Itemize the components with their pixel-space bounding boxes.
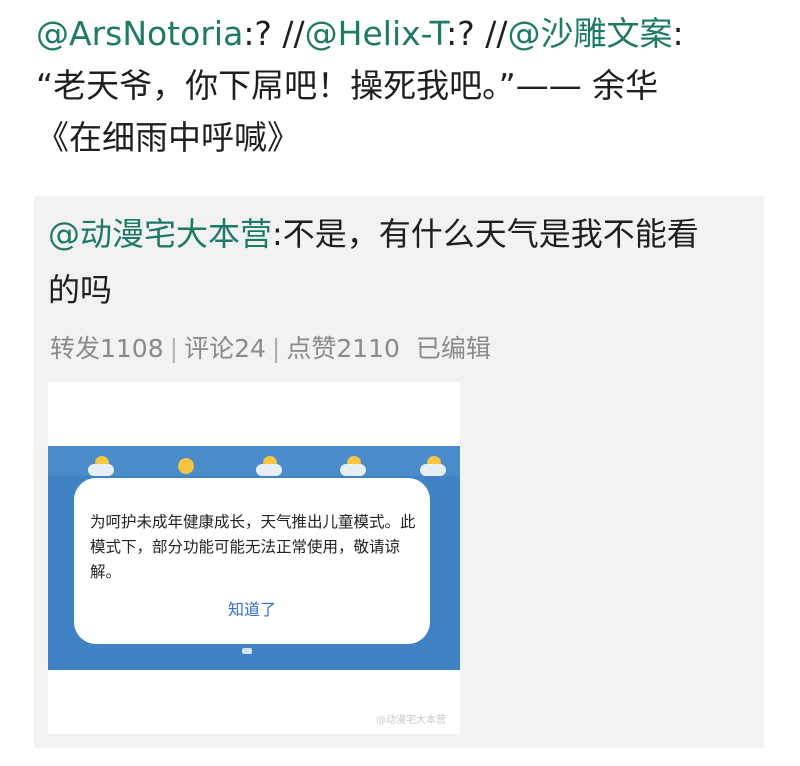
mention-dongman[interactable]: @动漫宅大本营 [48, 215, 272, 253]
partly-cloudy-icon [256, 456, 284, 478]
mention-helix-t[interactable]: @Helix-T [305, 14, 446, 53]
repost-text-line-2: 的吗 [48, 271, 113, 309]
repost-text: @动漫宅大本营:不是，有什么天气是我不能看 的吗 [48, 206, 748, 318]
dialog-message: 为呵护未成年健康成长，天气推出儿童模式。此模式下，部分功能可能无法正常使用，敬请… [90, 513, 416, 581]
post-quote: “老天爷，你下屌吧！操死我吧。”—— 余华 [36, 66, 659, 105]
mention-shadiao[interactable]: @沙雕文案 [507, 14, 672, 53]
page-indicator [242, 648, 252, 654]
child-mode-dialog: 为呵护未成年健康成长，天气推出儿童模式。此模式下，部分功能可能无法正常使用，敬请… [74, 478, 430, 644]
like-count[interactable]: 点赞2110 [286, 334, 400, 363]
repost-meta: 转发1108 | 评论24 | 点赞2110 已编辑 [50, 329, 491, 365]
repost-image[interactable]: 为呵护未成年健康成长，天气推出儿童模式。此模式下，部分功能可能无法正常使用，敬请… [48, 382, 460, 734]
image-watermark: @动漫宅大本营 [376, 715, 446, 726]
edited-label: 已编辑 [415, 334, 491, 363]
partly-cloudy-icon [340, 456, 368, 478]
partly-cloudy-icon [420, 456, 448, 478]
meta-separator: | [169, 334, 179, 363]
dialog-ok-button[interactable]: 知道了 [74, 596, 430, 620]
post-text-fragment: :? // [243, 14, 305, 53]
comment-count[interactable]: 评论24 [184, 334, 266, 363]
post-text-fragment: :? // [446, 14, 508, 53]
post-source: 《在细雨中呼喊》 [36, 118, 300, 157]
post-line-1: @ArsNotoria:? //@Helix-T:? //@沙雕文案: [36, 8, 776, 60]
post-content: @ArsNotoria:? //@Helix-T:? //@沙雕文案: “老天爷… [36, 8, 776, 164]
repost-card[interactable]: @动漫宅大本营:不是，有什么天气是我不能看 的吗 转发1108 | 评论24 | 点赞2… [34, 196, 764, 748]
post-text-fragment: : [672, 14, 684, 53]
sun-icon [172, 456, 200, 478]
mention-arsnotoria[interactable]: @ArsNotoria [36, 14, 243, 53]
repost-count[interactable]: 转发1108 [50, 334, 164, 363]
partly-cloudy-icon [88, 456, 116, 478]
repost-text-line-1: :不是，有什么天气是我不能看 [272, 215, 699, 253]
meta-separator: | [271, 334, 281, 363]
